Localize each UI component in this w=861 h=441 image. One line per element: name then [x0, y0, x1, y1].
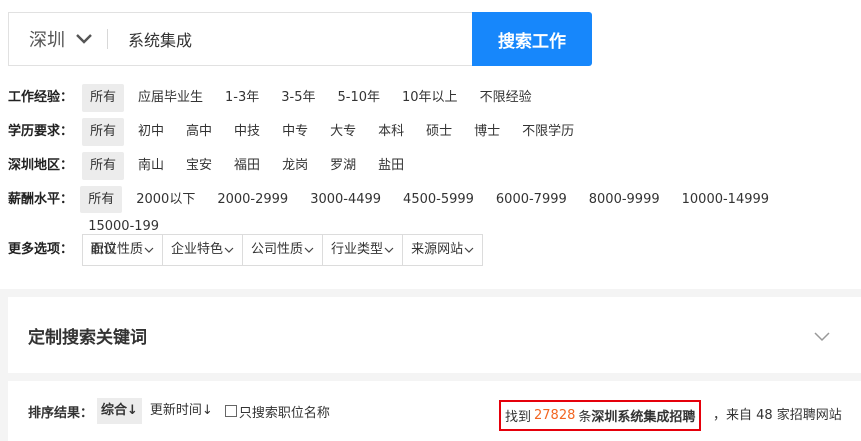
dropdown-label: 来源网站	[411, 242, 464, 257]
filter-option[interactable]: 高中	[178, 118, 220, 146]
dropdown-label: 企业特色	[171, 242, 224, 257]
dropdown-label: 公司性质	[251, 242, 304, 257]
chevron-down-icon[interactable]	[813, 331, 831, 343]
result-count-summary: 找到 27828 条 深圳系统集成招聘	[499, 400, 702, 431]
filter-option[interactable]: 大专	[322, 118, 364, 146]
sort-option-comprehensive[interactable]: 综合↓	[97, 398, 142, 424]
results-band: 定制搜索关键词 排序结果： 综合↓ 更新时间↓ 只搜索职位名称 找到 27828…	[0, 289, 861, 441]
filter-label: 更多选项：	[8, 242, 74, 257]
filter-option[interactable]: 不限学历	[514, 118, 582, 146]
filter-option[interactable]: 福田	[226, 152, 268, 180]
filter-option[interactable]: 所有	[82, 84, 125, 112]
chevron-down-icon	[76, 34, 92, 44]
sort-bar: 排序结果： 综合↓ 更新时间↓ 只搜索职位名称 找到 27828 条 深圳系统集…	[8, 381, 861, 441]
search-box: 深圳	[8, 12, 472, 66]
filter-option[interactable]: 罗湖	[322, 152, 364, 180]
filter-label: 工作经验：	[8, 90, 74, 105]
filter-option[interactable]: 3-5年	[273, 84, 323, 112]
filter-option[interactable]: 5-10年	[330, 84, 389, 112]
keyword-input[interactable]	[108, 13, 472, 65]
sort-option-update-time[interactable]: 更新时间↓	[146, 398, 217, 424]
search-bar: 深圳 搜索工作	[8, 12, 592, 66]
filter-option[interactable]: 中专	[274, 118, 316, 146]
filter-row-experience: 工作经验： 所有 应届毕业生 1-3年 3-5年 5-10年 10年以上 不限经…	[8, 84, 861, 112]
filter-option[interactable]: 10000-14999	[674, 186, 777, 213]
search-jobs-button[interactable]: 搜索工作	[472, 12, 592, 66]
result-prefix: 找到	[505, 410, 532, 425]
filter-option[interactable]: 2000-2999	[209, 186, 296, 213]
filter-option[interactable]: 10年以上	[394, 84, 466, 112]
more-option-dropdown[interactable]: 职位性质	[83, 235, 164, 265]
filter-option[interactable]: 所有	[82, 118, 125, 146]
filter-panel: 工作经验： 所有 应届毕业生 1-3年 3-5年 5-10年 10年以上 不限经…	[8, 84, 861, 266]
chevron-down-icon	[464, 247, 474, 253]
filter-option[interactable]: 博士	[466, 118, 508, 146]
dropdown-label: 行业类型	[331, 242, 384, 257]
sort-label: 排序结果：	[28, 405, 94, 421]
filter-option[interactable]: 1-3年	[217, 84, 267, 112]
filter-label: 学历要求：	[8, 124, 74, 139]
chevron-down-icon	[144, 247, 154, 253]
result-source-text: ，来自 48 家招聘网站	[713, 408, 842, 423]
filter-option[interactable]: 2000以下	[128, 186, 203, 213]
filter-option[interactable]: 盐田	[370, 152, 412, 180]
chevron-down-icon	[224, 247, 234, 253]
filter-option[interactable]: 3000-4499	[302, 186, 389, 213]
chevron-down-icon	[384, 247, 394, 253]
filter-option[interactable]: 南山	[130, 152, 172, 180]
filter-option[interactable]: 不限经验	[472, 84, 540, 112]
city-label: 深圳	[29, 30, 65, 51]
filter-option[interactable]: 应届毕业生	[130, 84, 211, 112]
filter-row-district: 深圳地区： 所有 南山 宝安 福田 龙岗 罗湖 盐田	[8, 152, 861, 180]
more-option-dropdown[interactable]: 来源网站	[403, 235, 482, 265]
filter-label: 深圳地区：	[8, 158, 74, 173]
filter-option[interactable]: 龙岗	[274, 152, 316, 180]
filter-row-education: 学历要求： 所有 初中 高中 中技 中专 大专 本科 硕士 博士 不限学历	[8, 118, 861, 146]
checkbox-box[interactable]	[224, 405, 237, 417]
more-options-group: 职位性质 企业特色 公司性质 行业类型 来源网站	[82, 234, 484, 266]
filter-row-salary: 薪酬水平： 所有 2000以下 2000-2999 3000-4499 4500…	[8, 186, 861, 257]
filter-row-more: 更多选项： 职位性质 企业特色 公司性质 行业类型 来源网站	[8, 234, 861, 266]
filter-option[interactable]: 宝安	[178, 152, 220, 180]
filter-option[interactable]: 4500-5999	[395, 186, 482, 213]
title-only-checkbox[interactable]: 只搜索职位名称	[224, 402, 330, 421]
filter-option[interactable]: 中技	[226, 118, 268, 146]
filter-option[interactable]: 所有	[80, 186, 123, 213]
more-option-dropdown[interactable]: 企业特色	[163, 235, 244, 265]
more-option-dropdown[interactable]: 行业类型	[323, 235, 404, 265]
chevron-down-icon	[304, 247, 314, 253]
filter-option[interactable]: 6000-7999	[488, 186, 575, 213]
city-selector[interactable]: 深圳	[9, 26, 107, 52]
filter-option[interactable]: 8000-9999	[581, 186, 668, 213]
custom-keywords-title: 定制搜索关键词	[28, 327, 147, 348]
filter-option[interactable]: 初中	[130, 118, 172, 146]
result-unit: 条	[578, 410, 592, 425]
filter-option[interactable]: 本科	[370, 118, 412, 146]
filter-label: 薪酬水平：	[8, 192, 74, 207]
more-option-dropdown[interactable]: 公司性质	[243, 235, 324, 265]
custom-keywords-panel[interactable]: 定制搜索关键词	[8, 297, 861, 373]
filter-option[interactable]: 硕士	[418, 118, 460, 146]
dropdown-label: 职位性质	[91, 242, 144, 257]
result-keyword: 深圳系统集成招聘	[591, 410, 696, 425]
result-count: 27828	[534, 408, 576, 423]
checkbox-label: 只搜索职位名称	[238, 405, 330, 421]
filter-option[interactable]: 所有	[82, 152, 125, 180]
